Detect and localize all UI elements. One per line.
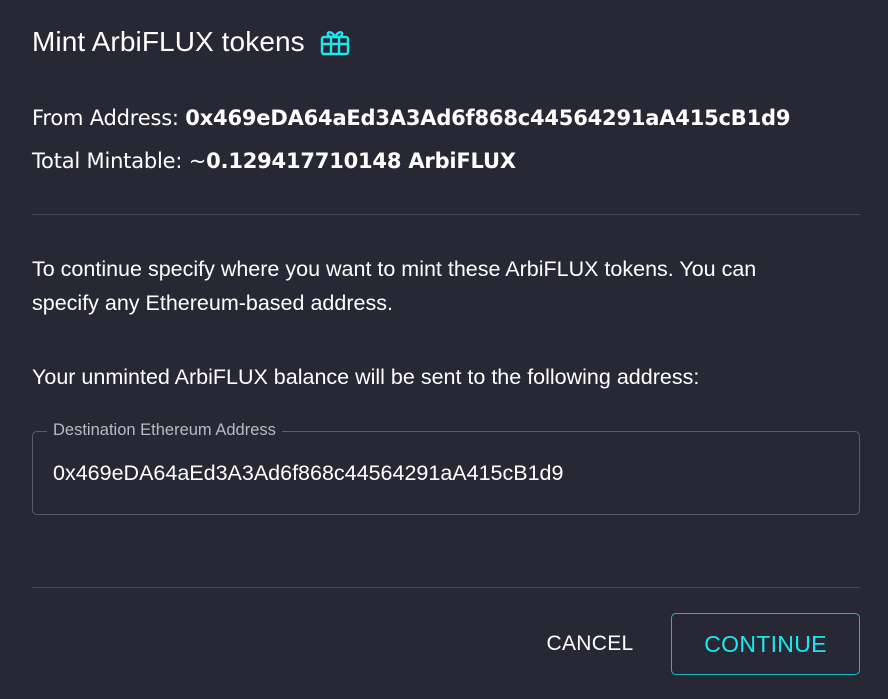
divider: [32, 587, 860, 588]
dialog-title: Mint ArbiFLUX tokens: [32, 26, 305, 57]
total-mintable-value: 0.129417710148 ArbiFLUX: [206, 149, 516, 173]
dialog-header: Mint ArbiFLUX tokens: [32, 22, 351, 62]
destination-address-label: Destination Ethereum Address: [47, 421, 282, 440]
mint-dialog: Mint ArbiFLUX tokens From Address: 0x469…: [0, 0, 888, 699]
from-address-label: From Address:: [32, 106, 186, 130]
instructions-line-1: To continue specify where you want to mi…: [32, 257, 757, 281]
balance-destination-text: Your unminted ArbiFLUX balance will be s…: [32, 365, 700, 389]
total-mintable-label: Total Mintable: ~: [32, 149, 207, 173]
from-address-line: From Address: 0x469eDA64aEd3A3Ad6f868c44…: [32, 106, 790, 130]
gift-icon: [319, 26, 351, 58]
destination-address-input[interactable]: [53, 456, 833, 490]
continue-button[interactable]: CONTINUE: [671, 613, 860, 675]
cancel-button[interactable]: CANCEL: [525, 613, 655, 675]
destination-address-field: Destination Ethereum Address: [32, 421, 860, 515]
instructions-line-2: specify any Ethereum-based address.: [32, 291, 393, 315]
from-address-value: 0x469eDA64aEd3A3Ad6f868c44564291aA415cB1…: [185, 106, 791, 130]
total-mintable-line: Total Mintable: ~0.129417710148 ArbiFLUX: [32, 149, 516, 173]
divider: [32, 214, 860, 215]
instructions-text: To continue specify where you want to mi…: [32, 252, 862, 320]
